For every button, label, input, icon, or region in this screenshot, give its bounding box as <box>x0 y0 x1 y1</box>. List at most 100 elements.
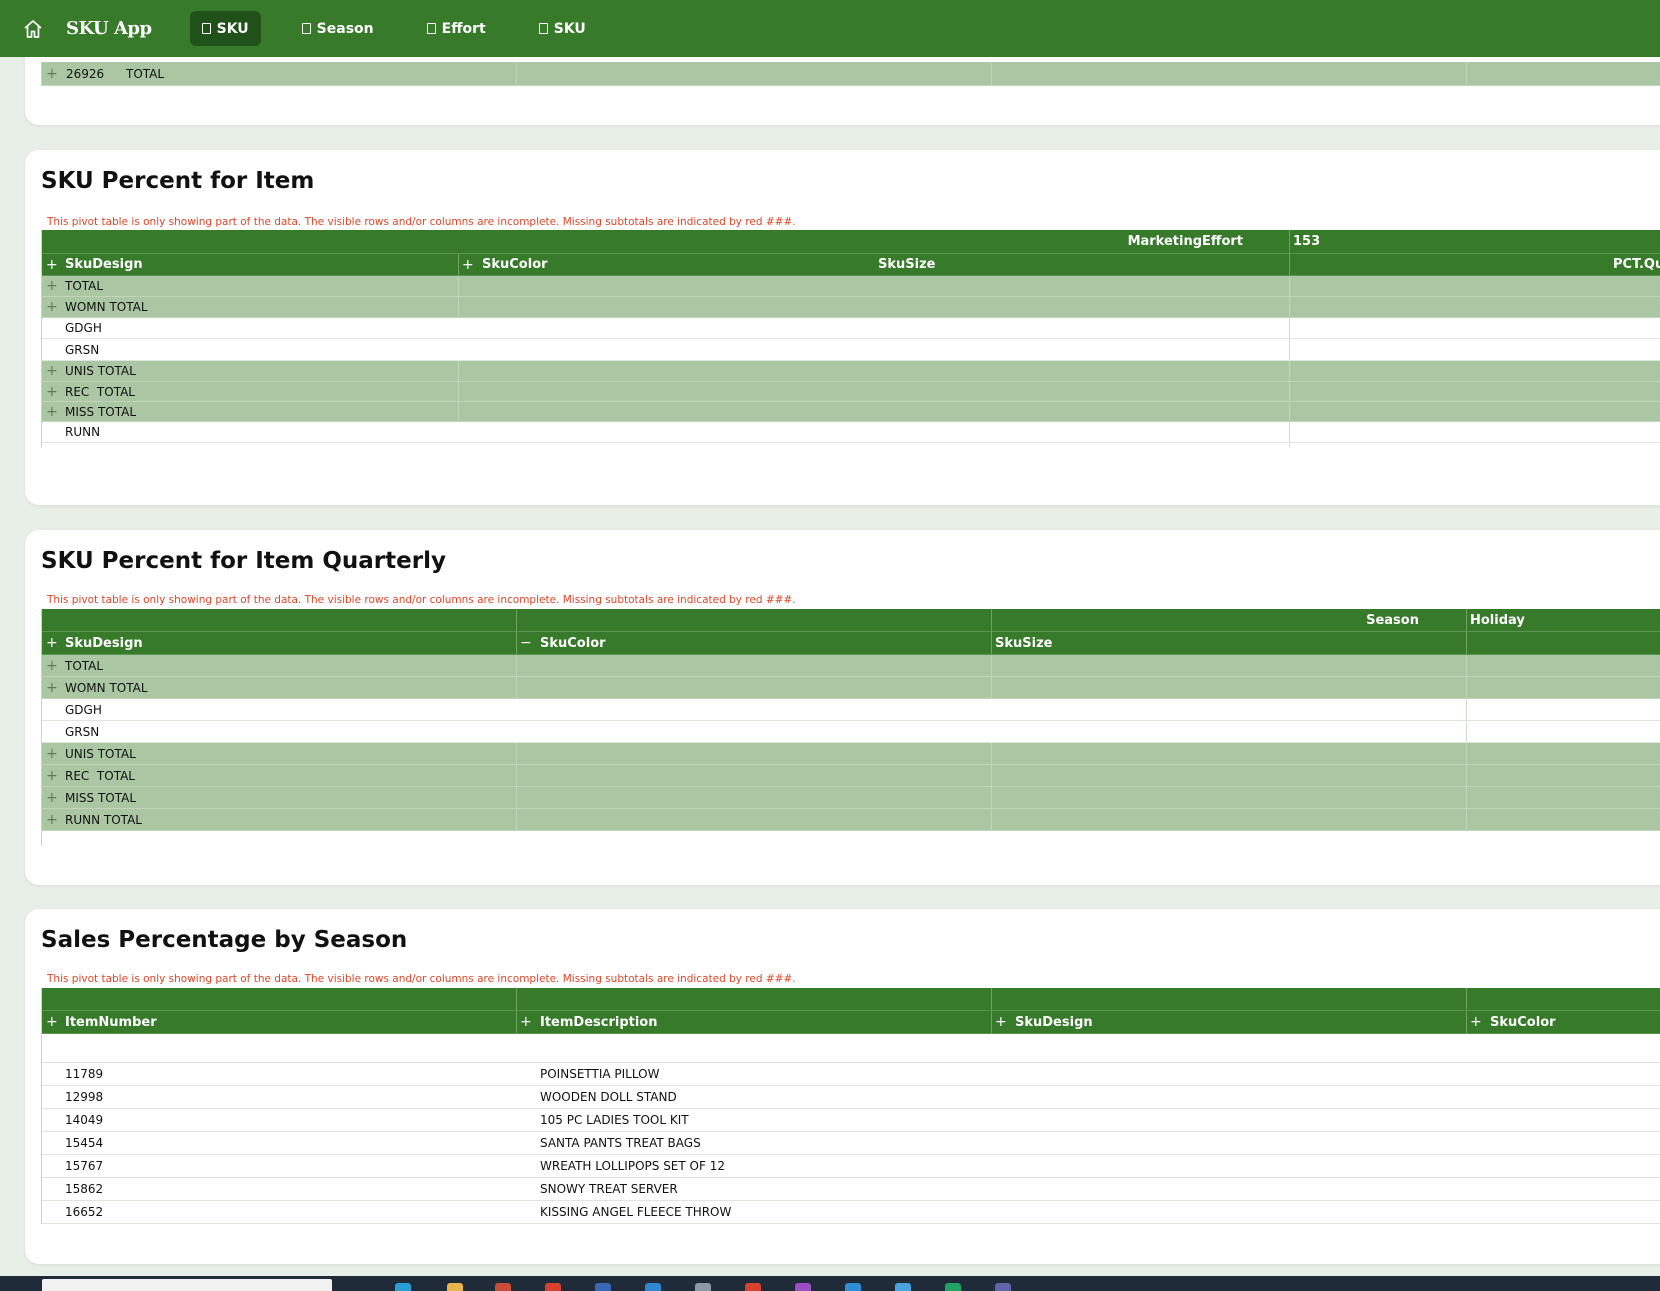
table-row: 15767 WREATH LOLLIPOPS SET OF 12 <box>42 1155 1660 1178</box>
item-description-cell: SANTA PANTS TREAT BAGS <box>540 1136 701 1150</box>
nav-tab-1[interactable]: SKU <box>189 11 261 46</box>
table-row: 15454 SANTA PANTS TREAT BAGS <box>42 1132 1660 1155</box>
table-row: 15862 SNOWY TREAT SERVER <box>42 1178 1660 1201</box>
app-icon[interactable] <box>395 1283 411 1291</box>
expand-icon[interactable]: + <box>46 297 58 317</box>
nav-tab-4[interactable]: SKU <box>527 11 598 46</box>
app-icon[interactable] <box>745 1283 761 1291</box>
row-label: WOMN TOTAL <box>65 680 148 695</box>
expand-icon[interactable]: + <box>995 1011 1007 1033</box>
row-label: RUNN <box>65 425 101 439</box>
app-icon[interactable] <box>545 1283 561 1291</box>
expand-icon[interactable]: + <box>520 1011 532 1033</box>
top-nav-bar: SKU App SKU Season Effort SKU <box>0 0 1660 57</box>
table-row: + MISS TOTAL <box>42 402 1660 422</box>
col-sku-design[interactable]: SkuDesign <box>1015 1011 1093 1033</box>
app-icon[interactable] <box>845 1283 861 1291</box>
table-row: + UNIS TOTAL <box>42 361 1660 382</box>
sales-percentage-by-season-panel: Sales Percentage by Season This pivot ta… <box>25 909 1660 1264</box>
expand-icon[interactable]: + <box>46 809 58 830</box>
app-icon[interactable] <box>495 1283 511 1291</box>
pivot-filter-row: MarketingEffort 153 <box>42 230 1660 254</box>
app-icon[interactable] <box>945 1283 961 1291</box>
expand-icon[interactable]: + <box>46 655 58 676</box>
table-row: + WOMN TOTAL <box>42 297 1660 318</box>
nav-tab-2[interactable]: Season <box>290 11 386 46</box>
col-measure[interactable]: PCT.Qua <box>1613 254 1660 275</box>
app-icon[interactable] <box>995 1283 1011 1291</box>
item-description-cell: POINSETTIA PILLOW <box>540 1067 660 1081</box>
table-row: GRSN <box>42 339 1660 361</box>
nav-tab-3[interactable]: Effort <box>415 11 498 46</box>
pivot-warning: This pivot table is only showing part of… <box>47 973 796 985</box>
col-sku-color[interactable]: SkuColor <box>482 254 548 275</box>
home-icon <box>24 19 42 38</box>
row-label: MISS TOTAL <box>65 404 137 419</box>
os-taskbar <box>0 1276 1660 1291</box>
col-sku-color[interactable]: SkuColor <box>540 632 606 654</box>
pivot-filter-row <box>42 988 1660 1011</box>
col-sku-design[interactable]: SkuDesign <box>65 632 143 654</box>
sku-percent-for-item-panel: SKU Percent for Item This pivot table is… <box>25 150 1660 505</box>
expand-icon[interactable]: + <box>46 382 58 401</box>
expand-icon[interactable]: + <box>46 765 58 786</box>
expand-icon[interactable]: + <box>46 276 58 296</box>
expand-icon[interactable]: + <box>46 62 58 85</box>
app-icon[interactable] <box>795 1283 811 1291</box>
row-label: UNIS TOTAL <box>65 364 136 378</box>
expand-icon[interactable]: + <box>1470 1011 1482 1033</box>
pivot-warning: This pivot table is only showing part of… <box>47 216 796 228</box>
table-row: 14049 105 PC LADIES TOOL KIT <box>42 1109 1660 1132</box>
filter-value[interactable]: Holiday <box>1470 609 1525 631</box>
item-number-cell: 26926 <box>66 66 105 81</box>
table-row: 16652 KISSING ANGEL FLEECE THROW <box>42 1201 1660 1224</box>
expand-icon[interactable]: + <box>46 361 58 381</box>
app-icon[interactable] <box>595 1283 611 1291</box>
expand-icon[interactable]: + <box>46 743 58 764</box>
col-item-description[interactable]: ItemDescription <box>540 1011 658 1033</box>
nav-tab-label: Season <box>316 20 374 37</box>
expand-icon[interactable]: + <box>46 1011 58 1033</box>
document-icon <box>201 23 211 34</box>
nav-tab-label: SKU <box>553 20 586 37</box>
expand-icon[interactable]: + <box>46 402 58 421</box>
nav-tab-label: Effort <box>441 20 486 37</box>
item-description-cell: KISSING ANGEL FLEECE THROW <box>540 1205 732 1219</box>
col-sku-design[interactable]: SkuDesign <box>65 254 143 275</box>
col-sku-color[interactable]: SkuColor <box>1490 1011 1556 1033</box>
collapse-icon[interactable]: − <box>520 632 532 654</box>
item-description-cell: WREATH LOLLIPOPS SET OF 12 <box>540 1159 725 1173</box>
panel-title: SKU Percent for Item Quarterly <box>41 548 446 574</box>
item-number-cell: 16652 <box>65 1205 104 1219</box>
pivot-table: MarketingEffort 153 + SkuDesign + SkuCol… <box>41 230 1660 447</box>
app-icon[interactable] <box>645 1283 661 1291</box>
table-row: + 26926 TOTAL <box>42 62 1660 86</box>
document-icon <box>301 23 311 34</box>
expand-icon[interactable]: + <box>462 254 474 275</box>
table-row: + REC TOTAL <box>42 765 1660 787</box>
row-label: GDGH <box>65 321 102 335</box>
app-brand[interactable]: SKU App <box>66 18 152 39</box>
app-icon[interactable] <box>695 1283 711 1291</box>
expand-icon[interactable]: + <box>46 632 58 654</box>
blank-row <box>42 1034 1660 1063</box>
expand-icon[interactable]: + <box>46 677 58 698</box>
table-row: 12998 WOODEN DOLL STAND <box>42 1086 1660 1109</box>
col-item-number[interactable]: ItemNumber <box>65 1011 157 1033</box>
filter-value[interactable]: 153 <box>1293 230 1320 253</box>
row-label: RUNN TOTAL <box>65 812 142 827</box>
expand-icon[interactable]: + <box>46 787 58 808</box>
pivot-header-row: + SkuDesign − SkuColor SkuSize <box>42 632 1660 655</box>
col-sku-size[interactable]: SkuSize <box>878 254 935 275</box>
filter-label: MarketingEffort <box>1127 234 1243 249</box>
item-number-cell: 15767 <box>65 1159 104 1173</box>
app-icon[interactable] <box>895 1283 911 1291</box>
home-button[interactable] <box>0 0 66 57</box>
pivot-warning: This pivot table is only showing part of… <box>47 594 796 606</box>
taskbar-search[interactable] <box>42 1279 332 1291</box>
expand-icon[interactable]: + <box>46 254 58 275</box>
col-sku-size[interactable]: SkuSize <box>995 632 1052 654</box>
table-row: SORE <box>42 443 1660 447</box>
folder-icon[interactable] <box>447 1283 463 1291</box>
pivot-table: + ItemNumber + ItemDescription + SkuDesi… <box>41 988 1660 1224</box>
